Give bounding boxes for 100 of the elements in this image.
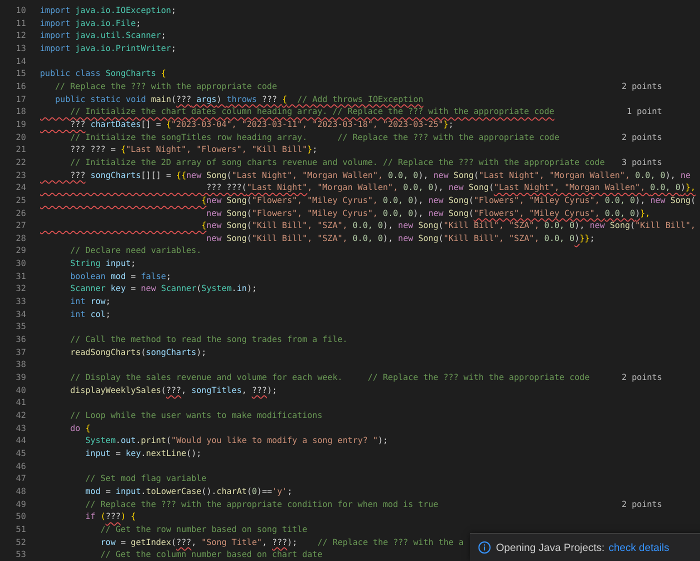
line-number: 23 <box>14 168 27 182</box>
code-text: ); <box>196 346 206 358</box>
code-string: "Flowers", "Miley Cyrus", <box>474 206 601 220</box>
line-number: 50 <box>14 510 27 523</box>
line-number: 36 <box>14 333 27 346</box>
code-string: "Kill Bill", "SZA", <box>443 219 540 232</box>
code-brace: { <box>282 92 288 106</box>
code-brace: } <box>443 118 448 131</box>
code-comment: // Declare need variables. <box>70 244 202 258</box>
code-variable: chartDates <box>90 118 141 131</box>
code-brace: { <box>200 219 206 232</box>
code-brace: { <box>200 194 206 207</box>
code-comment: // Get the column number based on chart date <box>100 548 322 561</box>
code-function: Song <box>448 206 469 220</box>
code-text: , <box>181 384 188 396</box>
code-keyword: new <box>428 206 444 220</box>
code-text: ( <box>246 194 252 207</box>
line-number: 18 <box>14 105 27 118</box>
code-number: 0.0, 0 <box>635 168 666 182</box>
code-function: Song <box>670 194 691 207</box>
line-number: 26 <box>14 206 27 220</box>
code-variable: input <box>106 257 131 270</box>
code-text: ; <box>287 484 292 498</box>
line-number: 51 <box>14 522 27 536</box>
line-number: 10 <box>14 4 27 17</box>
line-number: 13 <box>14 42 27 55</box>
points-label: 2 points <box>622 130 662 144</box>
code-text: ), <box>413 194 424 207</box>
code-text: ), <box>382 232 394 244</box>
code-function: Song <box>226 232 247 244</box>
code-text: ; <box>106 308 111 320</box>
code-number: 0.0, 0 <box>604 194 636 207</box>
code-keyword: public class <box>40 67 102 80</box>
code-text: ; <box>130 257 136 270</box>
code-number: 0.0, 0 <box>544 232 575 244</box>
code-text: ; <box>171 4 176 17</box>
code-type: java.io.PrintWriter <box>75 42 172 55</box>
line-number: 48 <box>14 484 27 498</box>
code-text: ); <box>378 434 388 447</box>
code-text: [][] = <box>140 168 172 182</box>
code-variable: args <box>195 92 217 106</box>
code-text: = <box>130 282 137 296</box>
code-comment: // Initialize the chart dates column heading array. // Replace the ??? with the appropriate code <box>69 105 554 118</box>
code-keyword: ne <box>680 168 691 182</box>
line-number: 38 <box>14 358 27 372</box>
line-number: 24 <box>14 181 27 194</box>
code-text: ( <box>488 181 494 194</box>
points-label: 2 points <box>622 498 662 510</box>
code-text: , <box>262 536 268 548</box>
code-function: Song <box>468 181 489 194</box>
code-string: "Flowers", "Miley Cyrus", <box>252 206 379 220</box>
code-text: ); <box>246 282 257 296</box>
check-details-link[interactable]: check details <box>608 542 670 554</box>
code-function: Song <box>448 194 469 207</box>
code-function: readSongCharts <box>70 346 141 358</box>
code-function: print <box>140 434 166 447</box>
code-text: ; <box>106 295 111 308</box>
code-text: ??? <box>272 536 288 548</box>
code-type: java.io.IOException <box>75 4 172 17</box>
code-brace: }, <box>640 206 650 220</box>
code-text: ( <box>246 484 252 498</box>
code-text: ( <box>474 168 479 182</box>
code-number: 0.0, 0 <box>403 181 434 194</box>
code-variable: col <box>90 308 106 320</box>
code-brace: } <box>307 143 312 156</box>
code-string: "Last Night", "Morgan Wallen", <box>494 181 646 194</box>
code-text: )== <box>256 484 272 498</box>
code-string: "Kill Bill", <box>635 219 696 232</box>
code-string: , "Morgan Wallen", <box>307 181 400 194</box>
code-number: 0.0, 0 <box>352 219 383 232</box>
code-text: ( <box>140 346 146 358</box>
line-number: 30 <box>14 257 27 270</box>
line-number: 25 <box>14 194 27 207</box>
code-brace: ( <box>100 510 106 523</box>
code-text: ), <box>382 219 394 232</box>
code-keyword: throws <box>226 92 258 106</box>
code-string: 'y' <box>272 484 288 498</box>
code-function: Song <box>418 232 438 244</box>
code-string: "Kill Bill", "SZA", <box>443 232 540 244</box>
line-number: 35 <box>14 320 27 334</box>
line-number: 41 <box>14 396 27 410</box>
code-variable: input <box>85 446 111 460</box>
code-keyword: false <box>140 270 166 282</box>
code-text: ); <box>266 384 278 396</box>
code-text: ( <box>171 92 176 106</box>
line-number: 12 <box>14 29 27 42</box>
code-function: getIndex <box>130 536 172 548</box>
code-text: [] = <box>140 118 162 131</box>
code-text: . <box>136 434 141 447</box>
code-keyword: new <box>140 282 158 296</box>
code-function: Song <box>206 168 227 182</box>
code-text: = <box>120 536 127 548</box>
code-variable: mod <box>85 484 101 498</box>
code-text: ( <box>630 219 636 232</box>
code-string: "Song Title" <box>201 536 262 548</box>
code-text: ( <box>246 219 252 232</box>
code-text: ??? <box>69 118 86 131</box>
line-number: 28 <box>14 232 27 244</box>
code-keyword: import <box>40 29 72 42</box>
line-number: 33 <box>14 295 27 308</box>
